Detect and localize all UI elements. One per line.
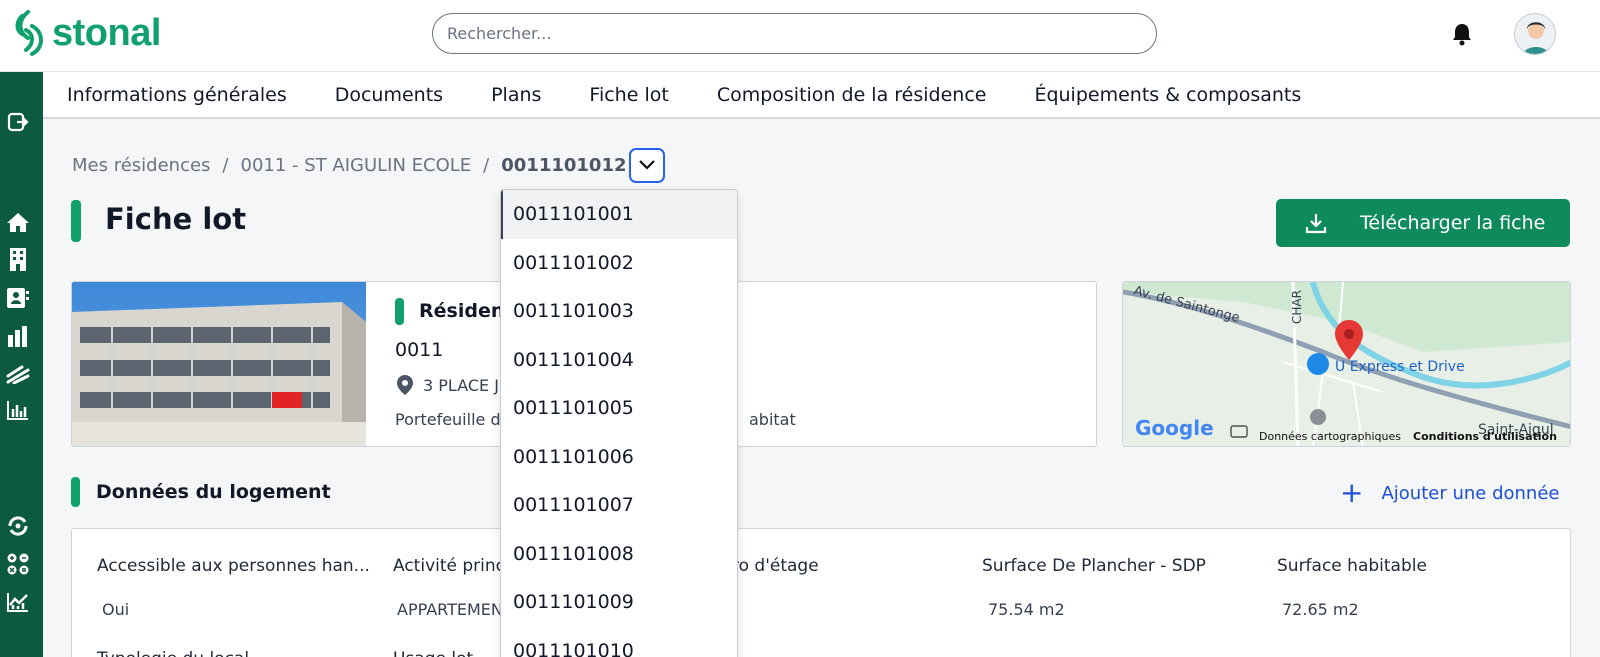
dropdown-option[interactable]: 0011101001 [501,190,737,239]
map-label-u-express: U Express et Drive [1335,359,1465,375]
tab-documents[interactable]: Documents [335,84,443,106]
exit-icon[interactable] [4,108,32,136]
breadcrumb-separator: / [222,154,229,176]
add-data-button[interactable]: + Ajouter une donnée [1340,478,1559,508]
logo-mark-icon [15,10,43,56]
residence-map[interactable]: Av. de Saintonge CHAR U Express et Drive… [1122,281,1571,447]
page-title: Fiche lot [105,202,247,236]
residence-code: 0011 [395,339,444,361]
chevron-down-icon [638,160,655,170]
header-floor-number: ro d'étage [732,556,819,576]
tab-composition-residence[interactable]: Composition de la résidence [717,84,987,106]
dropdown-option[interactable]: 0011101003 [501,287,737,336]
trend-chart-icon[interactable] [4,588,32,616]
map-terms-link: Conditions d'utilisation [1413,430,1557,443]
dropdown-option[interactable]: 0011101002 [501,239,737,288]
breadcrumb-separator: / [483,154,490,176]
section-accent-bar [71,477,80,507]
map-canvas: Av. de Saintonge CHAR U Express et Drive… [1123,282,1570,446]
breadcrumb: Mes résidences / 0011 - ST AIGULIN ECOLE… [72,147,665,183]
residence-accent-bar [395,298,404,325]
home-icon[interactable] [4,208,32,236]
section-title: Données du logement [96,481,331,503]
search-input[interactable] [432,13,1157,54]
tab-fiche-lot[interactable]: Fiche lot [589,84,668,106]
map-label-char: CHAR [1290,290,1304,324]
add-data-label: Ajouter une donnée [1381,482,1560,504]
download-icon [1305,214,1327,234]
tab-bar: Informations générales Documents Plans F… [43,72,1600,119]
breadcrumb-residence[interactable]: 0011 - ST AIGULIN ECOLE [241,155,472,176]
bell-icon[interactable] [1451,22,1473,46]
bar-chart-icon[interactable] [4,322,32,350]
residence-portfolio-tail: abitat [749,410,796,429]
contact-card-icon[interactable] [4,284,32,312]
tab-equipements-composants[interactable]: Équipements & composants [1034,84,1301,106]
value-accessibility: Oui [102,600,130,619]
value-activity: APPARTEMEN [397,600,503,619]
avatar-image [1515,14,1555,54]
sync-icon[interactable] [4,512,32,540]
dropdown-option[interactable]: 0011101008 [501,530,737,579]
lot-selector-dropdown: 0011101001 0011101002 0011101003 0011101… [500,189,738,657]
header-activity: Activité princ [393,556,506,576]
signal-icon[interactable] [4,359,32,387]
title-accent-bar [71,200,81,242]
value-living-area: 72.65 m2 [1282,600,1359,619]
housing-data-card: Accessible aux personnes han... Activité… [71,528,1571,657]
dropdown-option[interactable]: 0011101005 [501,384,737,433]
tab-plans[interactable]: Plans [491,84,541,106]
apps-icon[interactable] [4,550,32,578]
breadcrumb-mes-residences[interactable]: Mes résidences [72,155,210,176]
top-bar: stonal [0,0,1600,72]
analytics-icon[interactable] [4,396,32,424]
header-living-area: Surface habitable [1277,556,1427,576]
plus-icon: + [1340,476,1364,509]
dropdown-option[interactable]: 0011101010 [501,627,737,657]
map-data-credit: Données cartographiques [1259,430,1401,443]
residence-address: 3 PLACE J [395,374,499,396]
header-local-typology: Typologie du local [97,649,249,657]
residence-portfolio: Portefeuille d [395,410,501,429]
lot-selector-toggle[interactable] [628,147,665,183]
residence-address-text: 3 PLACE J [423,375,499,395]
download-sheet-button[interactable]: Télécharger la fiche [1276,199,1570,247]
stonal-logo[interactable]: stonal [12,8,161,58]
brand-name: stonal [52,11,161,54]
dropdown-option[interactable]: 0011101006 [501,433,737,482]
dropdown-option[interactable]: 0011101004 [501,336,737,385]
breadcrumb-current-lot: 0011101012 [501,154,627,176]
tab-informations-generales[interactable]: Informations générales [67,84,287,106]
google-logo: Google [1135,416,1214,440]
download-sheet-label: Télécharger la fiche [1360,212,1546,234]
avatar[interactable] [1514,13,1556,55]
location-pin-icon [397,375,413,395]
value-floor-area-sdp: 75.54 m2 [988,600,1065,619]
building-icon[interactable] [4,245,32,273]
header-accessibility: Accessible aux personnes han... [97,556,370,576]
header-lot-usage: Usage lot [393,649,473,657]
header-floor-area-sdp: Surface De Plancher - SDP [982,556,1206,576]
dropdown-option[interactable]: 0011101007 [501,481,737,530]
dropdown-option[interactable]: 0011101009 [501,578,737,627]
sidebar [0,72,43,657]
residence-photo [72,282,366,446]
